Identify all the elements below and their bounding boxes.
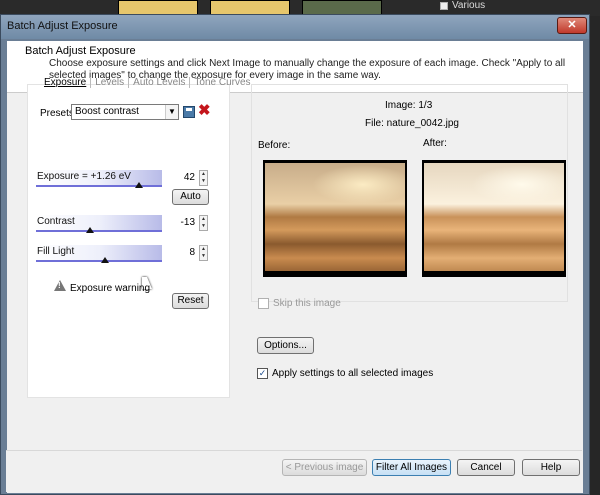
various-label: Various bbox=[452, 0, 486, 11]
background-right-panel bbox=[590, 16, 600, 495]
exposure-slider-thumb[interactable] bbox=[135, 182, 144, 188]
fill-light-slider-thumb[interactable] bbox=[101, 257, 110, 263]
presets-label: Presets bbox=[40, 108, 74, 119]
tab-levels[interactable]: Levels bbox=[90, 77, 128, 88]
settings-panel bbox=[27, 84, 230, 398]
presets-selected-value: Boost contrast bbox=[75, 106, 139, 117]
apply-all-checkbox[interactable]: ✓ bbox=[257, 368, 268, 379]
before-image bbox=[263, 160, 407, 277]
tab-auto-levels[interactable]: Auto Levels bbox=[128, 77, 189, 88]
close-button[interactable]: ✕ bbox=[557, 17, 587, 34]
exposure-spinner[interactable]: ▲ ▼ bbox=[199, 170, 208, 186]
skip-image-checkbox-row[interactable]: Skip this image bbox=[258, 298, 341, 309]
image-counter: Image: 1/3 bbox=[385, 100, 433, 111]
skip-image-label: Skip this image bbox=[273, 298, 341, 309]
filter-all-images-button[interactable]: Filter All Images bbox=[372, 459, 451, 476]
auto-button[interactable]: Auto bbox=[172, 189, 209, 205]
before-label: Before: bbox=[258, 140, 291, 151]
background-various-checkbox[interactable]: Various bbox=[440, 0, 485, 11]
warning-icon bbox=[54, 280, 66, 291]
fill-light-slider[interactable]: Fill Light bbox=[36, 245, 162, 263]
dialog-title-bar[interactable]: Batch Adjust Exposure ✕ bbox=[1, 15, 589, 39]
delete-preset-icon[interactable]: ✖ bbox=[198, 103, 211, 118]
reset-button[interactable]: Reset bbox=[172, 293, 209, 309]
presets-dropdown[interactable]: Boost contrast ▼ bbox=[71, 104, 179, 120]
exposure-slider-label: Exposure = +1.26 eV bbox=[37, 171, 131, 182]
settings-tabs: Exposure Levels Auto Levels Tone Curves bbox=[40, 77, 255, 88]
contrast-value-field[interactable]: -13 bbox=[167, 215, 197, 231]
dialog-title: Batch Adjust Exposure bbox=[7, 20, 118, 32]
header-title: Batch Adjust Exposure bbox=[25, 45, 136, 57]
contrast-slider-thumb[interactable] bbox=[86, 227, 95, 233]
tab-tone-curves[interactable]: Tone Curves bbox=[189, 77, 254, 88]
various-checkbox-box[interactable] bbox=[440, 1, 448, 10]
fill-light-value-field[interactable]: 8 bbox=[167, 245, 197, 261]
fill-light-slider-label: Fill Light bbox=[37, 246, 75, 257]
after-label: After: bbox=[423, 138, 447, 149]
contrast-slider-label: Contrast bbox=[37, 216, 75, 227]
options-button[interactable]: Options... bbox=[257, 337, 314, 354]
exposure-warning-label: Exposure warning bbox=[70, 283, 151, 294]
exposure-value-field[interactable]: 42 bbox=[167, 170, 197, 186]
help-button[interactable]: Help bbox=[522, 459, 580, 476]
previous-image-button[interactable]: < Previous image bbox=[282, 459, 367, 476]
save-preset-icon[interactable] bbox=[183, 106, 195, 118]
after-image bbox=[422, 160, 566, 277]
apply-all-label: Apply settings to all selected images bbox=[272, 368, 434, 379]
contrast-spinner[interactable]: ▲ ▼ bbox=[199, 215, 208, 231]
file-name-label: File: nature_0042.jpg bbox=[365, 118, 459, 129]
cancel-button[interactable]: Cancel bbox=[457, 459, 515, 476]
skip-image-checkbox[interactable] bbox=[258, 298, 269, 309]
fill-light-spinner[interactable]: ▲ ▼ bbox=[199, 245, 208, 261]
exposure-slider[interactable]: Exposure = +1.26 eV bbox=[36, 170, 162, 188]
apply-all-checkbox-row[interactable]: ✓ Apply settings to all selected images bbox=[257, 368, 433, 379]
contrast-slider[interactable]: Contrast bbox=[36, 215, 162, 233]
chevron-down-icon[interactable]: ▼ bbox=[165, 105, 178, 119]
tab-exposure[interactable]: Exposure bbox=[40, 77, 90, 88]
before-desert-photo bbox=[265, 163, 405, 271]
after-desert-photo bbox=[424, 163, 564, 271]
